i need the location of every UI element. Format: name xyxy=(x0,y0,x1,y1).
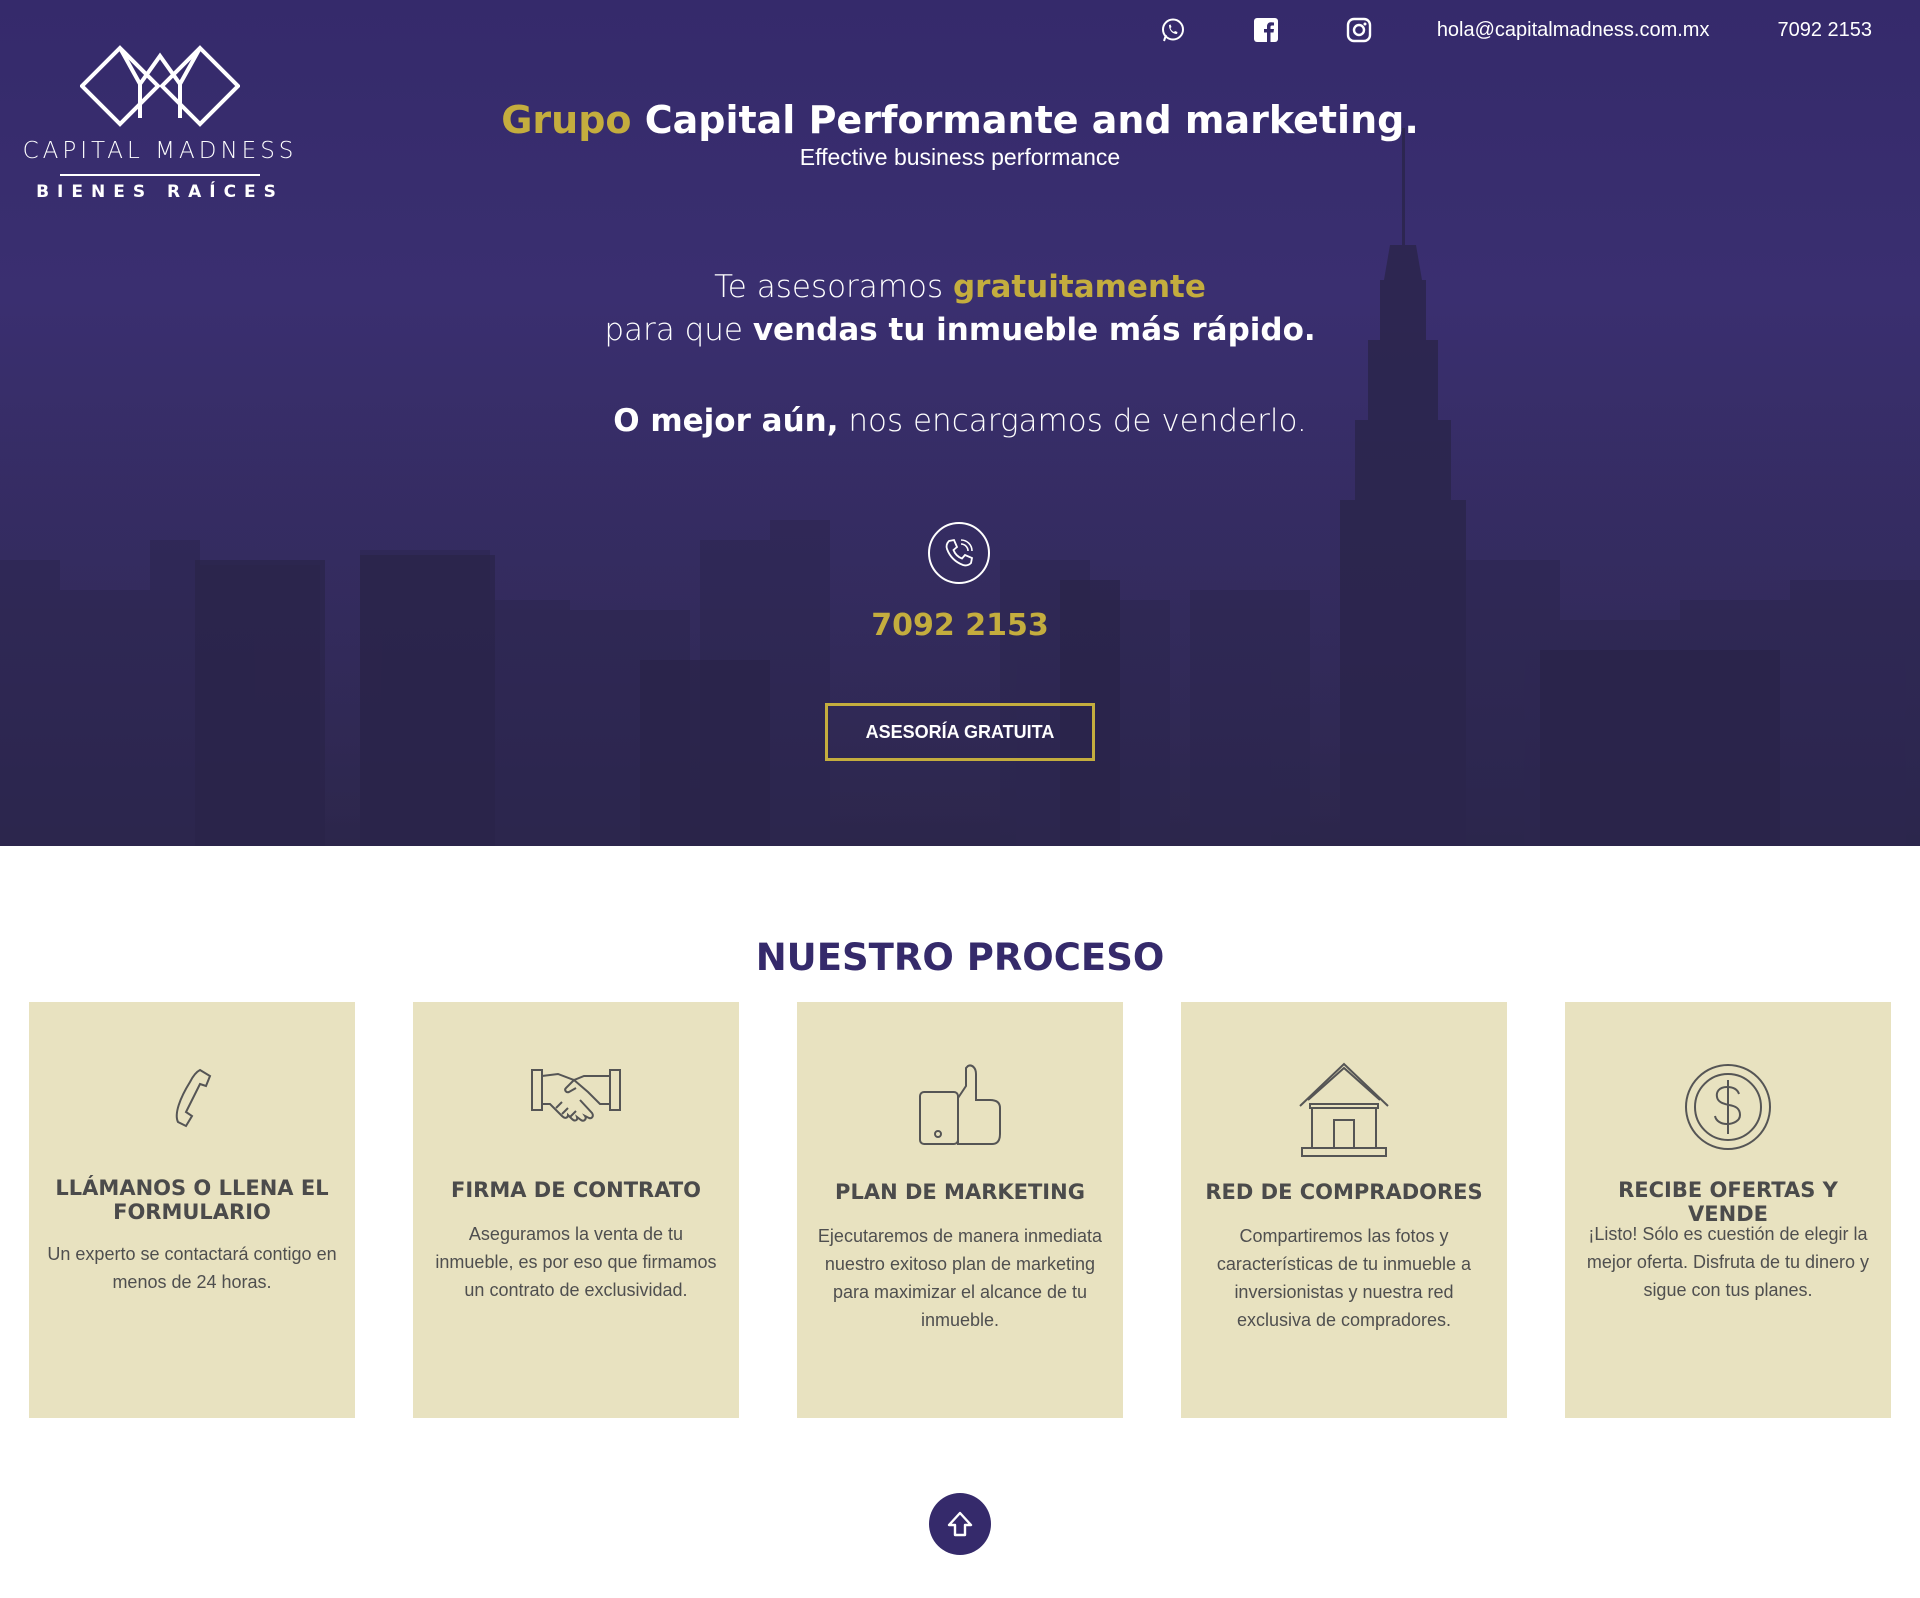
pitch-line-2: para que vendas tu inmueble más rápido. xyxy=(0,309,1920,352)
process-step-sell: RECIBE OFERTAS Y VENDE ¡Listo! Sólo es c… xyxy=(1565,1002,1891,1418)
thumbs-up-icon xyxy=(797,1062,1123,1148)
step-title: RECIBE OFERTAS Y VENDE xyxy=(1618,1178,1838,1226)
step-description: Aseguramos la venta de tu inmueble, es p… xyxy=(435,1224,717,1300)
pitch-line-1-text: Te asesoramos xyxy=(714,269,953,305)
headline-block: Grupo Capital Performante and marketing.… xyxy=(0,98,1920,171)
free-consulting-button[interactable]: ASESORÍA GRATUITA xyxy=(825,703,1095,761)
step-title: RED DE COMPRADORES xyxy=(1205,1180,1483,1204)
process-step-call: LLÁMANOS O LLENA EL FORMULARIO Un expert… xyxy=(29,1002,355,1418)
pitch-line-2-text: para que xyxy=(604,312,753,348)
hero-phone-number[interactable]: 7092 2153 xyxy=(0,608,1920,643)
step-title: FIRMA DE CONTRATO xyxy=(450,1178,701,1202)
whatsapp-icon[interactable] xyxy=(1158,15,1188,45)
pitch-line-3-bold: O mejor aún, xyxy=(613,403,839,439)
pitch-line-1: Te asesoramos gratuitamente xyxy=(0,266,1920,309)
logo-divider xyxy=(60,174,260,176)
step-description: ¡Listo! Sólo es cuestión de elegir la me… xyxy=(1586,1224,1870,1300)
scroll-to-top-button[interactable] xyxy=(929,1493,991,1555)
pitch-line-2-bold: vendas tu inmueble más rápido. xyxy=(752,312,1316,348)
phone-handset-icon xyxy=(29,1064,355,1136)
email-link[interactable]: hola@capitalmadness.com.mx xyxy=(1437,19,1710,42)
logo-tagline: BIENES RAÍCES xyxy=(36,182,284,202)
step-description: Compartiremos las fotos y característica… xyxy=(1216,1226,1472,1330)
process-step-buyers: RED DE COMPRADORES Compartiremos las fot… xyxy=(1181,1002,1507,1418)
call-icon[interactable] xyxy=(928,522,990,584)
arrow-up-icon xyxy=(947,1511,973,1537)
top-contact-bar: hola@capitalmadness.com.mx 7092 2153 xyxy=(1158,10,1920,50)
facebook-icon[interactable] xyxy=(1251,15,1281,45)
house-icon xyxy=(1181,1062,1507,1160)
step-description: Un experto se contactará contigo en meno… xyxy=(47,1244,337,1292)
process-step-marketing: PLAN DE MARKETING Ejecutaremos de manera… xyxy=(797,1002,1123,1418)
phone-link[interactable]: 7092 2153 xyxy=(1777,19,1872,42)
pitch-line-1-highlight: gratuitamente xyxy=(952,269,1206,305)
pitch-line-3-text: nos encargamos de venderlo. xyxy=(838,403,1307,439)
step-description: Ejecutaremos de manera inmediata nuestro… xyxy=(817,1226,1103,1330)
social-links xyxy=(1158,15,1437,45)
handshake-icon xyxy=(413,1062,739,1128)
process-steps: LLÁMANOS O LLENA EL FORMULARIO Un expert… xyxy=(29,1002,1891,1418)
step-title: LLÁMANOS O LLENA EL FORMULARIO xyxy=(55,1176,329,1224)
process-step-contract: FIRMA DE CONTRATO Aseguramos la venta de… xyxy=(413,1002,739,1418)
title-rest: Capital Performante and marketing. xyxy=(631,98,1419,142)
page-subtitle: Effective business performance xyxy=(799,144,1121,170)
pitch-line-3: O mejor aún, nos encargamos de venderlo. xyxy=(0,400,1920,443)
process-title: NUESTRO PROCESO xyxy=(755,936,1165,979)
instagram-icon[interactable] xyxy=(1344,15,1374,45)
hero-pitch: Te asesoramos gratuitamente para que ven… xyxy=(0,266,1920,443)
page-title: Grupo Capital Performante and marketing. xyxy=(0,98,1920,142)
title-gold: Grupo xyxy=(501,98,632,142)
hero-section: CAPITAL MADNESS BIENES RAÍCES hola@capit… xyxy=(0,0,1920,846)
step-title: PLAN DE MARKETING xyxy=(835,1180,1085,1204)
dollar-coin-icon xyxy=(1565,1062,1891,1152)
